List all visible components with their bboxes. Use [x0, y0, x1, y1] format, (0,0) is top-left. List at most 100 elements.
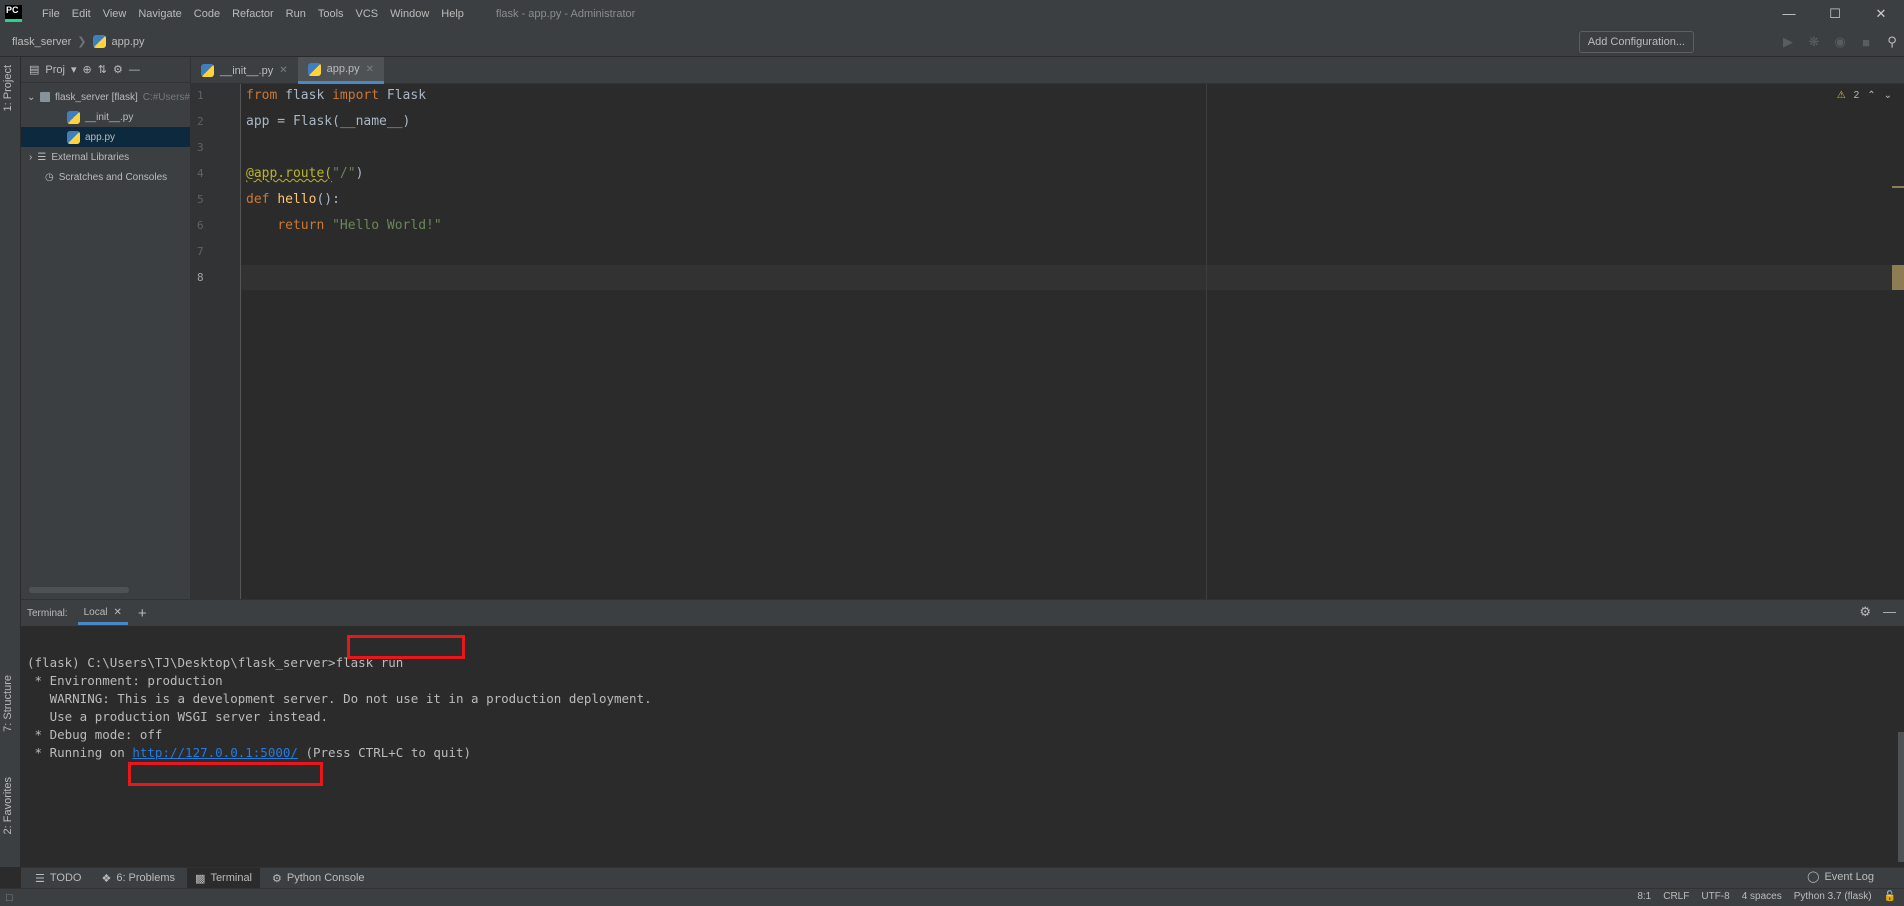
todo-tool-button[interactable]: ☰ TODO [27, 868, 89, 889]
server-url-link[interactable]: http://127.0.0.1:5000/ [132, 745, 298, 760]
run-icon[interactable]: ▶ [1776, 34, 1800, 50]
menu-code[interactable]: Code [188, 8, 226, 20]
breadcrumb-project[interactable]: flask_server [12, 36, 71, 48]
menu-refactor[interactable]: Refactor [226, 8, 280, 20]
search-icon[interactable]: ⚲ [1880, 34, 1904, 50]
minimize-icon[interactable]: — [1766, 0, 1812, 27]
inspection-widget[interactable]: ⚠ 2 ⌃ ⌄ [1837, 90, 1892, 101]
menu-help[interactable]: Help [435, 8, 470, 20]
collapse-all-icon[interactable]: ⇅ [98, 63, 107, 76]
terminal-output-line: * Environment: production [27, 673, 223, 688]
tab-app[interactable]: app.py ✕ [297, 57, 385, 84]
menu-tools[interactable]: Tools [312, 8, 350, 20]
menu-file[interactable]: File [36, 8, 66, 20]
project-view-icon: ▤ [29, 64, 40, 76]
warning-count: 2 [1853, 90, 1860, 101]
tree-item-label: External Libraries [51, 151, 130, 163]
terminal-output-text: * Running on [27, 745, 133, 760]
structure-tool-tab[interactable]: 7: Structure [2, 675, 14, 732]
code-line-2: app = Flask(__name__) [246, 114, 411, 129]
add-configuration-button[interactable]: Add Configuration... [1578, 31, 1694, 53]
favorites-tool-tab[interactable]: 2: Favorites [2, 777, 14, 834]
menu-navigate[interactable]: Navigate [132, 8, 187, 20]
menu-view[interactable]: View [97, 8, 133, 20]
python-console-icon: ⚙ [272, 872, 282, 885]
folder-icon [40, 92, 50, 102]
lock-icon[interactable]: 🔓 [1884, 891, 1896, 902]
tree-root-label: flask_server [flask] [54, 91, 138, 103]
gear-icon[interactable]: ⚙ [1859, 604, 1871, 620]
menu-edit[interactable]: Edit [66, 8, 97, 20]
hide-icon[interactable]: — [129, 64, 140, 76]
chevron-down-icon[interactable]: ⌄ [27, 92, 35, 103]
terminal-running-line: * Running on http://127.0.0.1:5000/ (Pre… [27, 745, 472, 760]
stop-icon[interactable]: ■ [1854, 35, 1878, 50]
terminal-scrollbar[interactable] [1898, 732, 1904, 862]
terminal-tool-button[interactable]: ▩ Terminal [187, 867, 261, 889]
project-tool-tab[interactable]: 1: Project [2, 65, 14, 111]
url-highlight-box [128, 762, 323, 786]
tool-window-bar: ☰ TODO ❖ 6: Problems ▩ Terminal ⚙ Python Con… [21, 867, 1904, 889]
string-literal: "Hello World!" [332, 218, 442, 233]
maximize-icon[interactable]: ☐ [1812, 0, 1858, 27]
tree-item-label: app.py [85, 131, 116, 143]
event-log-icon: ◯ [1807, 871, 1820, 883]
code-editor[interactable]: 1 2 3 4 5 6 7 8 from flask import Flask … [191, 84, 1904, 599]
caret-position[interactable]: 8:1 [1637, 891, 1651, 902]
warning-stripe-marker[interactable] [1892, 186, 1904, 188]
python-file-icon [201, 64, 214, 77]
close-icon[interactable]: ✕ [1858, 0, 1904, 27]
close-icon[interactable]: ✕ [366, 64, 374, 75]
terminal-output-text: (Press CTRL+C to quit) [297, 745, 472, 760]
menu-run[interactable]: Run [280, 8, 312, 20]
horizontal-scrollbar[interactable] [29, 587, 129, 593]
line-separator[interactable]: CRLF [1663, 891, 1689, 902]
coverage-icon[interactable]: ◉ [1828, 34, 1852, 50]
terminal-icon: ▩ [195, 872, 206, 885]
code-line-4: @app.route("/") [246, 166, 363, 181]
code-text: flask [277, 88, 333, 103]
chevron-right-icon[interactable]: › [29, 152, 32, 163]
right-margin-guide [1206, 84, 1207, 599]
keyword: import [332, 88, 380, 103]
menu-vcs[interactable]: VCS [350, 8, 385, 20]
file-encoding[interactable]: UTF-8 [1701, 891, 1729, 902]
debug-icon[interactable]: ❋ [1802, 34, 1826, 50]
python-console-tool-button[interactable]: ⚙ Python Console [264, 868, 373, 889]
scrollbar-thumb[interactable] [1892, 265, 1904, 290]
close-icon[interactable]: ✕ [279, 65, 287, 76]
breadcrumb-file[interactable]: app.py [112, 36, 145, 48]
project-tree: ⌄ flask_server [flask] C:#Users# __init_… [21, 83, 190, 187]
python-file-icon [307, 62, 321, 76]
tree-item-init[interactable]: __init__.py [21, 107, 190, 127]
chevron-down-icon[interactable]: ⌄ [1884, 90, 1892, 101]
event-log-button[interactable]: ◯ Event Log [1807, 870, 1874, 884]
panel-toggle-icon[interactable]: □ [6, 892, 13, 904]
tree-item-external-libraries[interactable]: › ☰ External Libraries [21, 147, 190, 167]
problems-tool-button[interactable]: ❖ 6: Problems [93, 868, 183, 889]
info-icon: ❖ [101, 872, 112, 885]
project-panel-header: ▤ Proj ▾ ⊕ ⇅ ⚙ — [21, 57, 190, 83]
python-interpreter[interactable]: Python 3.7 (flask) [1794, 891, 1872, 902]
tab-local[interactable]: Local ✕ [77, 601, 128, 625]
tab-init[interactable]: __init__.py ✕ [191, 57, 298, 84]
chevron-down-icon[interactable]: ▾ [71, 63, 77, 76]
tree-item-scratches[interactable]: ◷ Scratches and Consoles [21, 167, 190, 187]
locate-icon[interactable]: ⊕ [83, 63, 92, 76]
new-terminal-icon[interactable]: + [138, 605, 147, 622]
indent-setting[interactable]: 4 spaces [1742, 891, 1782, 902]
chevron-up-icon[interactable]: ⌃ [1867, 90, 1875, 101]
code-text: (): [316, 192, 340, 207]
close-icon[interactable]: ✕ [113, 607, 121, 618]
menu-bar: File Edit View Navigate Code Refactor Ru… [36, 8, 470, 20]
tab-label: __init__.py [220, 64, 274, 77]
current-line-highlight [241, 265, 1901, 290]
gear-icon[interactable]: ⚙ [113, 63, 123, 76]
tree-root[interactable]: ⌄ flask_server [flask] C:#Users# [21, 87, 190, 107]
decorator: @app.route( [246, 166, 333, 181]
hide-icon[interactable]: — [1883, 604, 1896, 620]
menu-window[interactable]: Window [384, 8, 435, 20]
project-view-selector[interactable]: Proj [45, 64, 65, 76]
terminal-panel: Terminal: Local ✕ + ⚙ — (flask) C:\Users\… [21, 599, 1904, 867]
tree-item-app[interactable]: app.py [21, 127, 190, 147]
